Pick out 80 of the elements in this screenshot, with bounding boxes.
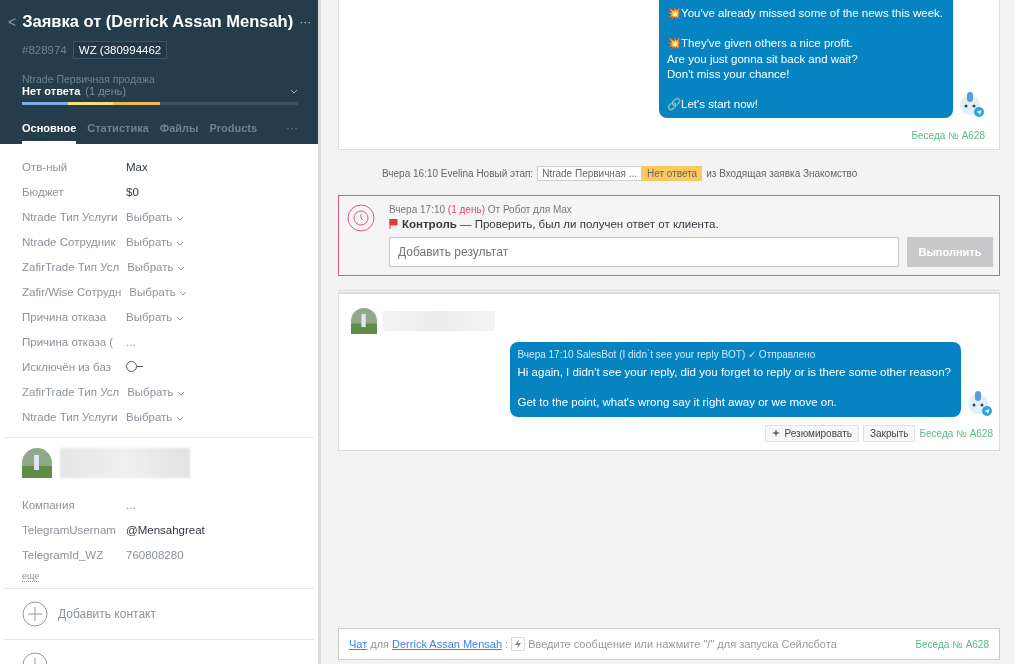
tab[interactable]: Статистика — [87, 122, 149, 144]
field-value[interactable]: ... — [126, 335, 136, 348]
event-text: Вчера 16:10 Evelina Новый этап: — [382, 168, 534, 180]
lightning-icon[interactable] — [511, 637, 526, 651]
select-field[interactable]: Выбрать — [126, 410, 184, 423]
stage-to: Нет ответа — [642, 166, 703, 182]
conversation-link[interactable]: Беседа № A628 — [353, 130, 985, 142]
task-text: Контроль — Проверить, был ли получен ответ от клиента. — [402, 218, 719, 231]
conversation-link[interactable]: Беседа № A628 — [919, 428, 993, 440]
bot-avatar-icon — [965, 389, 993, 418]
chevron-down-icon[interactable] — [290, 88, 298, 94]
flag-icon — [389, 219, 398, 230]
message-bubble: Вчера 17:10 SalesBot (I didn`t see your reply BOT) ✓ Отправлено Hi again, I didn't see your reply, did you forget to reply or is there some other reason? Get to the point, what's wrong say it right away or we move on. — [509, 342, 961, 418]
bot-avatar-icon — [957, 90, 985, 119]
select-field[interactable]: Выбрать — [127, 385, 185, 398]
message-placeholder[interactable]: Введите сообщение или нажмите "/" для запуска Сейлсбота — [528, 638, 913, 650]
result-input[interactable]: Добавить результат — [389, 237, 899, 268]
field-value: Max — [126, 160, 148, 173]
field-value: @Mensahgreat — [126, 523, 205, 536]
composer-text: для — [370, 638, 390, 650]
field-label: Исключён из баз — [22, 360, 112, 373]
stage-from: Ntrade Первичная ... — [537, 166, 642, 182]
task-meta: Вчера 17:10 (1 день) От Робот для Max — [389, 204, 573, 216]
field-label: ZafirTrade Тип Усл — [22, 385, 120, 398]
field-label: Причина отказа ( — [22, 335, 115, 348]
field-label: Бюджет — [22, 185, 65, 198]
tab[interactable]: Файлы — [159, 122, 199, 144]
pipeline-name: Ntrade Первичная продажа — [22, 73, 156, 85]
field-label: Ntrade Тип Услуги — [22, 410, 118, 423]
event-text: из Входящая заявка Знакомство — [706, 168, 858, 180]
chat-link[interactable]: Чат — [349, 638, 368, 650]
chevron-down-icon — [178, 290, 187, 296]
field-label: TelegramUsernam — [22, 523, 117, 536]
chevron-down-icon — [175, 315, 184, 321]
summarize-button[interactable]: Резюмировать — [764, 425, 859, 443]
user-avatar-icon — [22, 448, 52, 478]
field-label: Компания — [22, 498, 76, 511]
close-button[interactable]: Закрыть — [862, 425, 916, 443]
select-field[interactable]: Выбрать — [127, 260, 185, 273]
add-contact-button[interactable]: Добавить контакт — [0, 589, 318, 639]
conversation-link[interactable]: Беседа № A628 — [915, 638, 989, 650]
field-label: Причина отказа — [22, 310, 108, 323]
tabs-more-button[interactable]: ··· — [286, 121, 298, 144]
chevron-down-icon — [176, 390, 185, 396]
field-value: $0 — [126, 185, 139, 198]
more-button[interactable]: ··· — [299, 14, 312, 29]
field-value: 760808280 — [126, 548, 184, 561]
chevron-down-icon — [175, 215, 184, 221]
lead-tag[interactable]: WZ (380994462 — [72, 41, 168, 59]
tab[interactable]: Products — [209, 122, 258, 144]
select-field[interactable]: Выбрать — [129, 285, 187, 298]
field-label: Отв-ный — [22, 160, 69, 173]
field-value: ... — [126, 498, 136, 511]
message-bubble: 💥You've already missed some of the news this week. 💥They've given others a nice profit. Are you just gonna sit back and wait? Don't miss your chance! 🔗Let's start now! — [659, 0, 953, 119]
lead-title: Заявка от (Derrick Assan Mensah) — [22, 12, 294, 31]
field-label: Ntrade Сотрудник — [22, 235, 117, 248]
field-label: Ntrade Тип Услуги — [22, 210, 118, 223]
select-field[interactable]: Выбрать — [126, 210, 184, 223]
message-meta: Вчера 17:10 SalesBot (I didn`t see your reply BOT) ✓ Отправлено — [517, 348, 817, 363]
plus-icon — [22, 601, 48, 627]
back-button[interactable]: < — [8, 13, 17, 30]
chevron-down-icon — [175, 240, 184, 246]
chevron-down-icon — [175, 415, 184, 421]
lead-number: #828974 — [22, 44, 67, 56]
contact-link[interactable]: Derrick Assan Mensah — [392, 638, 503, 650]
user-avatar-icon — [351, 308, 377, 335]
tab[interactable]: Основное — [22, 122, 77, 144]
select-field[interactable]: Выбрать — [126, 235, 184, 248]
status-label[interactable]: Нет ответа — [22, 85, 81, 97]
status-duration: (1 день) — [85, 85, 128, 97]
field-label: TelegramId_WZ — [22, 548, 105, 561]
select-field[interactable]: Выбрать — [126, 310, 184, 323]
chevron-down-icon — [176, 265, 185, 271]
message-composer[interactable]: Чат для Derrick Assan Mensah : Введите сообщение или нажмите "/" для запуска Сейлсбота Беседа № A628 — [338, 628, 1000, 660]
composer-text: : — [505, 638, 509, 650]
more-link[interactable]: еще — [22, 571, 40, 582]
sparkle-icon — [771, 429, 781, 439]
clock-icon — [347, 204, 375, 233]
field-label: Zafir/Wise Сотрудн — [22, 285, 122, 298]
field-label: ZafirTrade Тип Усл — [22, 260, 120, 273]
